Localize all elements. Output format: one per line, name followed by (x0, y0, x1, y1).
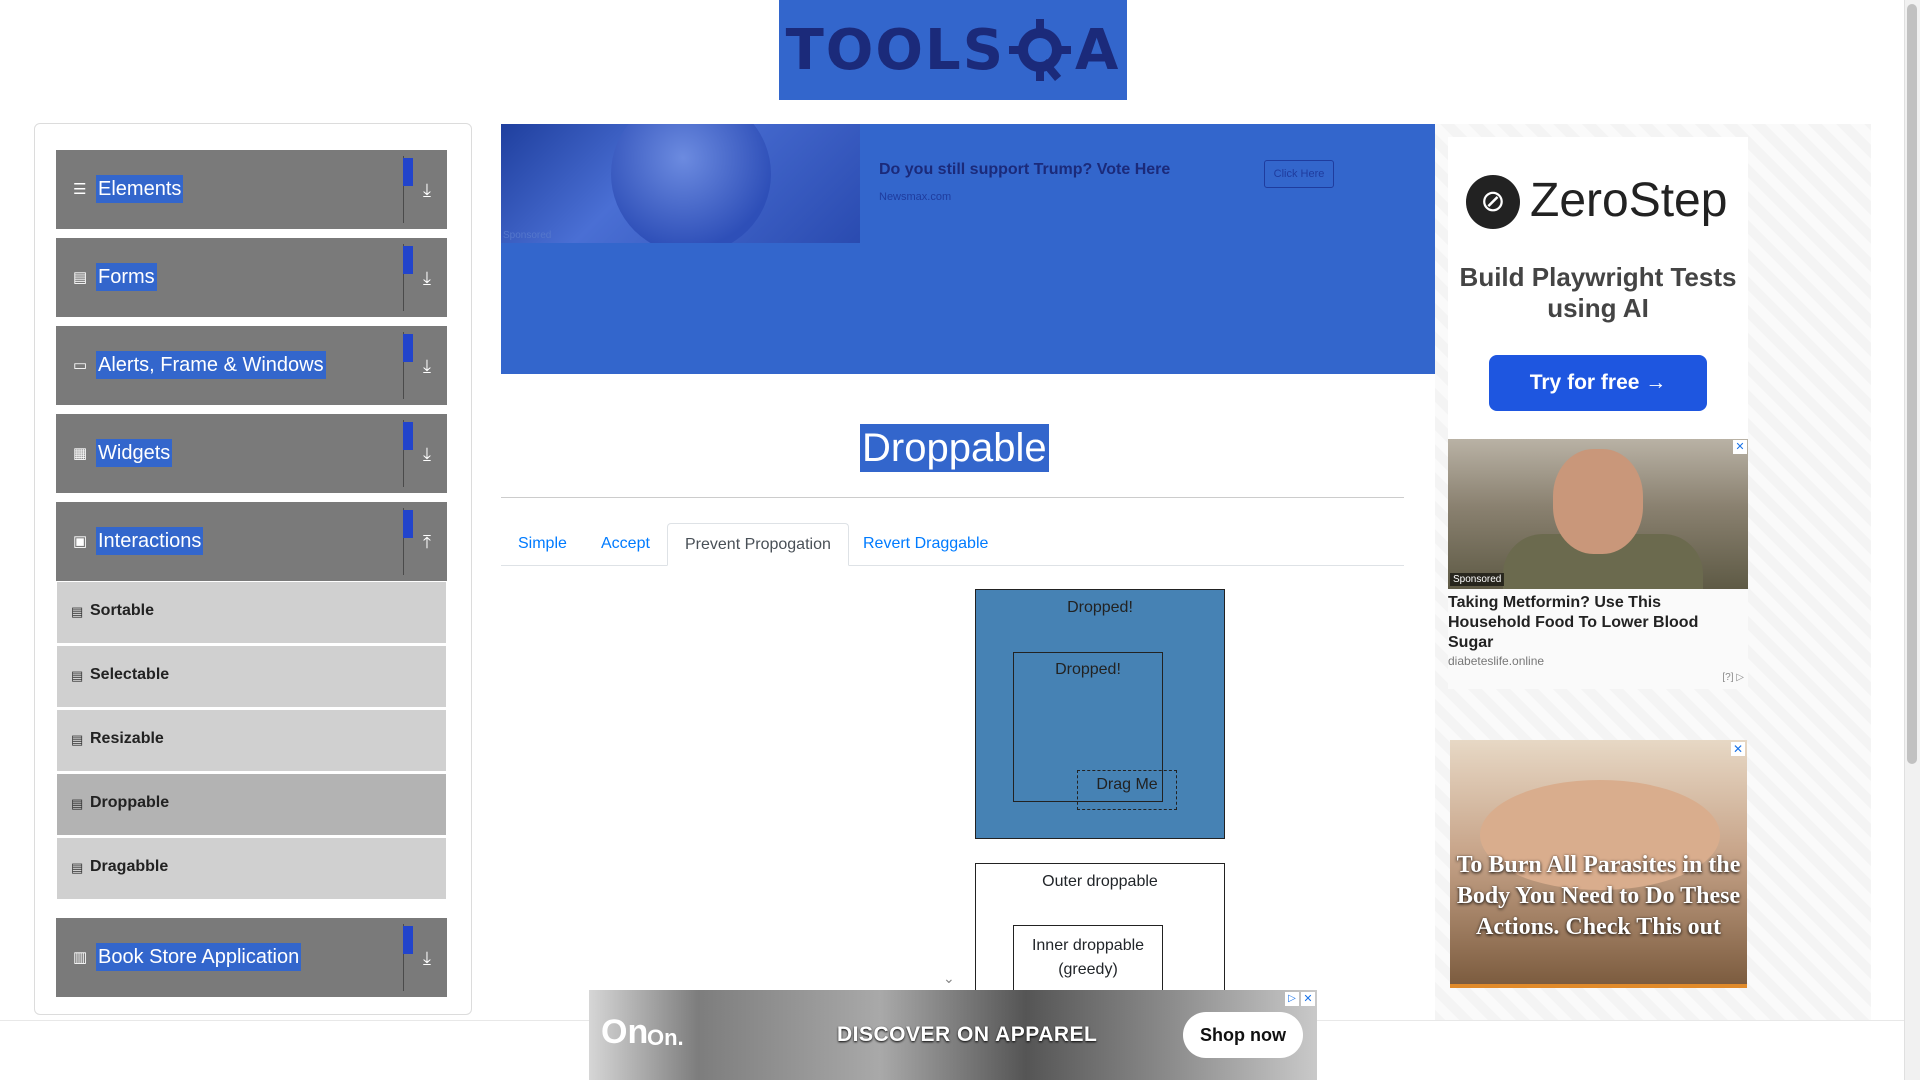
ad-brand: ZeroStep (1530, 174, 1728, 227)
sidebar-group-label: Widgets (96, 439, 173, 467)
interaction-icon: ▣ (73, 533, 88, 550)
sidebar-group-label: Book Store Application (96, 943, 302, 971)
page-title: Droppable (860, 424, 1049, 472)
list-icon: ▤ (71, 604, 84, 619)
metformin-ad[interactable]: Sponsored ✕ Taking Metformin? Use This H… (1448, 439, 1748, 689)
sidebar-group-interactions[interactable]: ▣ Interactions ⤒ (56, 502, 447, 581)
grid-icon: ▦ (73, 445, 88, 462)
tab-prevent-propogation[interactable]: Prevent Propogation (667, 523, 849, 566)
ad-brand: On. (647, 1025, 684, 1050)
drag-me-box[interactable]: Drag Me (1077, 770, 1177, 810)
collapse-arrow-icon[interactable]: ⤒ (418, 532, 436, 552)
sidebar-group-forms[interactable]: ▤ Forms ⤓ (56, 238, 447, 317)
top-banner-ad[interactable]: Sponsored Do you still support Trump? Vo… (501, 124, 1435, 374)
tab-revert-draggable[interactable]: Revert Draggable (846, 523, 1005, 564)
hamburger-icon: ☰ (73, 181, 87, 198)
ad-headline: Build Playwright Tests using AI (1459, 262, 1737, 323)
gear-icon (1009, 19, 1072, 81)
sidebar-group-elements[interactable]: ☰ Elements ⤓ (56, 150, 447, 229)
list-icon: ▤ (71, 860, 84, 875)
tab-simple[interactable]: Simple (501, 523, 584, 564)
tab-accept[interactable]: Accept (584, 523, 667, 564)
group-marker (403, 510, 413, 538)
droppable-status-label: Dropped! (1067, 599, 1133, 616)
ad-photo: Sponsored (1448, 439, 1748, 589)
shop-now-button[interactable]: Shop now (1183, 1012, 1303, 1058)
sidebar-item-droppable[interactable]: ▤ Droppable (57, 774, 446, 838)
inner-droppable-not-greedy[interactable]: Dropped! Drag Me (1013, 652, 1177, 810)
sidebar-item-resizable[interactable]: ▤ Resizable (57, 710, 446, 774)
sidebar-group-alerts[interactable]: ▭ Alerts, Frame & Windows ⤓ (56, 326, 447, 405)
list-icon: ▤ (71, 796, 84, 811)
droppable-label: Outer droppable (1042, 873, 1158, 890)
sidebar-group-label: Interactions (96, 527, 204, 555)
left-sidebar: ☰ Elements ⤓ ▤ Forms ⤓ ▭ Alerts, Frame &… (34, 123, 472, 1015)
ad-headline[interactable]: Taking Metformin? Use This Household Foo… (1448, 593, 1748, 653)
group-marker (403, 158, 413, 186)
expand-arrow-icon[interactable]: ⤓ (418, 180, 436, 200)
adchoices-icon[interactable]: [?] ▷ (1722, 672, 1744, 683)
divider (501, 497, 1404, 498)
sidebar-item-sortable[interactable]: ▤ Sortable (57, 582, 446, 646)
chevron-down-icon: ⌄ (943, 970, 955, 986)
close-icon[interactable]: ✕ (1733, 440, 1747, 454)
ad-source: Newsmax.com (879, 191, 952, 203)
zerostep-ad[interactable]: ⊘ ZeroStep Build Playwright Tests using … (1448, 137, 1748, 439)
sidebar-group-book-store[interactable]: ▥ Book Store Application ⤓ (56, 918, 447, 997)
ad-click-button[interactable]: Click Here (1264, 160, 1334, 188)
outer-droppable-not-greedy[interactable]: Dropped! Dropped! Drag Me (975, 589, 1225, 839)
droppable-tabs: Simple Accept Prevent Propogation Revert… (501, 523, 1404, 566)
close-icon[interactable]: ✕ (1301, 992, 1315, 1006)
ad-headline[interactable]: Do you still support Trump? Vote Here (879, 161, 1170, 179)
ad-headline: To Burn All Parasites in the Body You Ne… (1456, 852, 1741, 940)
sponsored-label: Sponsored (1450, 573, 1505, 586)
adchoices-icon[interactable]: ▷ (1285, 992, 1299, 1006)
expand-arrow-icon[interactable]: ⤓ (418, 948, 436, 968)
bottom-banner-ad[interactable]: On On. DISCOVER ON APPAREL Shop now ▷ ✕ (589, 990, 1317, 1080)
sidebar-item-dragabble[interactable]: ▤ Dragabble (57, 838, 446, 902)
expand-arrow-icon[interactable]: ⤓ (418, 444, 436, 464)
try-for-free-button[interactable]: Try for free → (1489, 355, 1707, 411)
sponsored-label: Sponsored (503, 230, 552, 241)
droppable-status-label: Dropped! (1055, 661, 1121, 678)
parasites-ad[interactable]: ✕ To Burn All Parasites in the Body You … (1450, 740, 1747, 988)
ad-source: diabeteslife.online (1448, 654, 1545, 668)
expand-arrow-icon[interactable]: ⤓ (418, 268, 436, 288)
zerostep-logo-icon: ⊘ (1466, 175, 1520, 229)
list-icon: ▤ (71, 668, 84, 683)
droppable-label: Inner droppable (greedy) (1031, 937, 1145, 978)
ad-photo: Sponsored (501, 124, 860, 243)
window-icon: ▭ (73, 357, 88, 374)
group-marker (403, 926, 413, 954)
expand-arrow-icon[interactable]: ⤓ (418, 356, 436, 376)
sidebar-group-label: Forms (96, 263, 157, 291)
group-marker (403, 334, 413, 362)
group-marker (403, 422, 413, 450)
on-logo-icon: On (601, 1013, 649, 1051)
document-icon: ▤ (73, 269, 88, 286)
list-icon: ▤ (71, 732, 84, 747)
sidebar-item-selectable[interactable]: ▤ Selectable (57, 646, 446, 710)
books-icon: ▥ (73, 949, 88, 966)
scrollbar-thumb[interactable] (1907, 4, 1917, 764)
ad-headline: DISCOVER ON APPAREL (837, 1023, 1098, 1046)
close-icon[interactable]: ✕ (1731, 742, 1745, 756)
site-header-logo[interactable]: TOOLS A (779, 0, 1127, 100)
toolsqa-logo: TOOLS A (785, 17, 1121, 83)
drag-me-label: Drag Me (1096, 776, 1158, 793)
group-marker (403, 246, 413, 274)
sidebar-group-label: Alerts, Frame & Windows (96, 351, 326, 379)
sidebar-group-label: Elements (96, 175, 184, 203)
sidebar-group-widgets[interactable]: ▦ Widgets ⤓ (56, 414, 447, 493)
